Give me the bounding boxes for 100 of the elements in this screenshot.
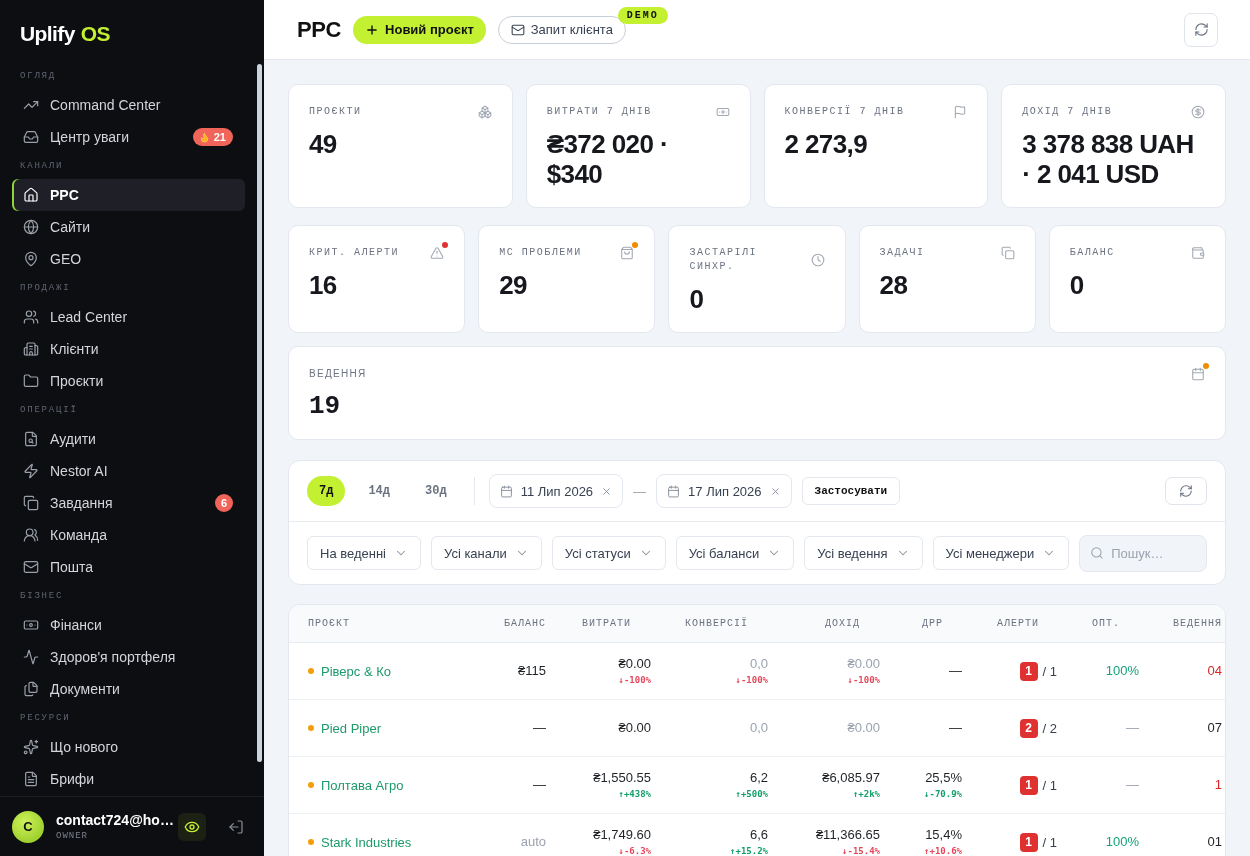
period-tab[interactable]: 7д — [307, 476, 346, 506]
trend-delta: ↓-70.9% — [924, 788, 962, 800]
refresh-button[interactable] — [1165, 477, 1207, 505]
nav-item[interactable]: Завдання 6 — [12, 487, 245, 519]
calendar-icon — [1191, 367, 1205, 381]
project-link[interactable]: Pied Piper — [321, 720, 381, 736]
people-icon — [23, 309, 39, 325]
dollar-icon — [1191, 105, 1205, 119]
stat-value: 2 273,9 — [784, 129, 868, 159]
calendar-icon — [667, 484, 681, 498]
range-separator: — — [633, 483, 647, 499]
column-header[interactable]: ПРОЄКТ — [308, 618, 350, 629]
stat-label: КОНВЕРСІЇ 7 ДНІВ — [784, 105, 905, 119]
project-link[interactable]: Stark Industries — [321, 834, 412, 850]
section-title: БІЗНЕС — [20, 591, 64, 601]
lightning-icon — [23, 463, 39, 479]
logout-icon[interactable] — [228, 818, 244, 835]
trend-delta: ↓-6.3% — [618, 845, 651, 856]
cell-value: auto — [520, 834, 546, 850]
scrollbar-thumb[interactable] — [257, 64, 262, 762]
nav-item[interactable]: Проєкти — [12, 365, 245, 397]
cell-value: ₴0.00 — [847, 720, 880, 736]
user-role: OWNER — [56, 830, 88, 842]
nav-item[interactable]: Пошта — [12, 551, 245, 583]
trend-delta: ↑+438% — [618, 788, 651, 800]
clear-icon[interactable] — [769, 485, 781, 497]
nav-item[interactable]: GEO — [12, 243, 245, 275]
nav-item[interactable]: Фінанси — [12, 609, 245, 641]
column-header[interactable]: ОПТ. — [1092, 618, 1120, 629]
apply-button[interactable]: Застосувати — [801, 477, 901, 505]
stat-value: 16 — [309, 270, 337, 300]
cell-value: 01 — [1207, 834, 1222, 850]
cell-value: 04 — [1207, 663, 1222, 679]
column-header[interactable]: ДОХІД — [825, 618, 860, 629]
client-request-button[interactable]: Запит клієнта — [497, 15, 626, 44]
column-header[interactable]: ВЕДЕННЯ — [1173, 618, 1222, 629]
project-link[interactable]: Полтава Агро — [321, 777, 404, 793]
filter-dropdown[interactable]: Усі канали — [431, 536, 542, 570]
building-icon — [23, 341, 39, 357]
nav-item[interactable]: Документи — [12, 673, 245, 705]
nav-item[interactable]: Клієнти — [12, 333, 245, 365]
nav-item[interactable]: Nestor AI — [12, 455, 245, 487]
cell-value: ₴0.00 — [847, 656, 880, 672]
nav-item[interactable]: Сайти — [12, 211, 245, 243]
new-project-button[interactable]: Новий проєкт — [353, 15, 486, 44]
house-icon — [23, 187, 39, 203]
plus-icon — [365, 22, 380, 37]
column-header[interactable]: АЛЕРТИ — [997, 618, 1039, 629]
column-header[interactable]: ДРР — [922, 618, 943, 629]
nav-item[interactable]: Command Center — [12, 89, 245, 121]
preview-toggle-button[interactable] — [178, 812, 206, 841]
filter-dropdown[interactable]: На веденні — [307, 536, 421, 570]
trend-delta: ↑+10.6% — [924, 845, 962, 856]
filter-dropdown[interactable]: Усі баланси — [675, 536, 795, 570]
nav-item[interactable]: PPC — [12, 179, 245, 211]
clock-icon — [810, 253, 825, 267]
nav-item[interactable]: Центр уваги 21 — [12, 121, 245, 153]
filter-dropdown[interactable]: Усі статуси — [551, 536, 666, 570]
column-header[interactable]: БАЛАНС — [504, 618, 546, 629]
cell-value: 0,0 — [749, 720, 768, 736]
stat-label: ВЕДЕННЯ — [309, 367, 367, 381]
stat-label: ПРОЄКТИ — [309, 105, 362, 119]
stat-value: 19 — [309, 391, 341, 421]
stat-label: МС ПРОБЛЕМИ — [499, 246, 582, 260]
cell-value: — — [533, 777, 546, 793]
trend-delta: ↑+2k% — [852, 788, 880, 800]
column-header[interactable]: ВИТРАТИ — [582, 618, 631, 629]
nav-item[interactable]: Lead Center — [12, 301, 245, 333]
period-tab[interactable]: 30д — [413, 476, 459, 506]
cell-value: ₴0.00 — [618, 656, 651, 672]
filter-dropdown[interactable]: Усі менеджери — [932, 536, 1070, 570]
stat-label: БАЛАНС — [1069, 246, 1115, 260]
file-search-icon — [23, 431, 39, 447]
alert-total: / 1 — [1042, 834, 1057, 850]
flame-icon — [198, 131, 210, 143]
bag-icon — [620, 246, 635, 260]
refresh-button[interactable] — [1184, 12, 1218, 47]
alert-count-badge: 2 — [1019, 718, 1038, 738]
calendar-icon — [499, 484, 513, 498]
stat-label: ЗАСТАРІЛІ СИНХР. — [689, 246, 758, 274]
stat-value: ₴372 020 · $340 — [546, 129, 669, 189]
date-field[interactable]: 11 Лип 2026 — [488, 474, 624, 508]
stat-value: 3 378 838 UAH · 2 041 USD — [1022, 129, 1195, 189]
cell-value: 6,2 — [749, 770, 768, 786]
filter-dropdown[interactable]: Усі ведення — [804, 536, 923, 570]
nav-item[interactable]: Брифи — [12, 763, 245, 795]
project-link[interactable]: Ріверс & Ко — [321, 663, 391, 679]
nav-item[interactable]: Здоров'я портфеля — [12, 641, 245, 673]
date-field[interactable]: 17 Лип 2026 — [656, 474, 792, 508]
search-icon — [1090, 545, 1105, 560]
files-icon — [23, 681, 39, 697]
nav-item[interactable]: Аудити — [12, 423, 245, 455]
cell-value: ₴1,550.55 — [593, 770, 651, 786]
search-field[interactable]: Пошук… — [1079, 534, 1207, 572]
column-header[interactable]: КОНВЕРСІЇ — [685, 618, 748, 629]
cell-value: 100% — [1105, 663, 1139, 679]
nav-item[interactable]: Команда — [12, 519, 245, 551]
nav-item[interactable]: Що нового — [12, 731, 245, 763]
period-tab[interactable]: 14д — [356, 476, 402, 506]
clear-icon[interactable] — [601, 485, 613, 497]
